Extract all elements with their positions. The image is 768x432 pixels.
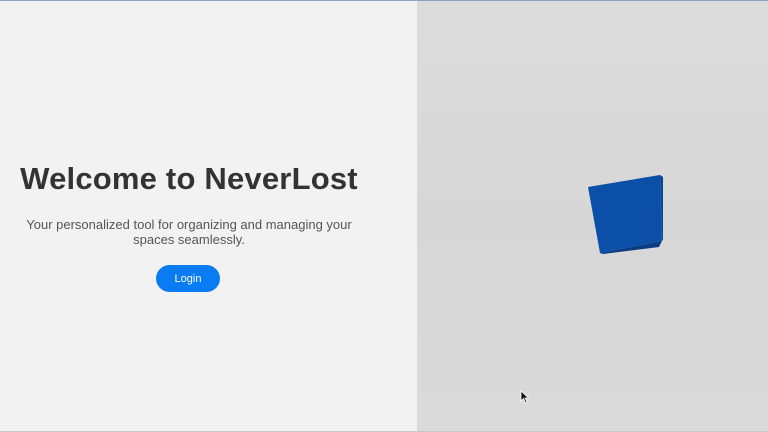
- cube-front-face: [588, 175, 662, 253]
- 3d-canvas[interactable]: [417, 1, 768, 432]
- login-button[interactable]: Login: [156, 265, 220, 292]
- landing-page: Welcome to NeverLost Your personalized t…: [0, 0, 768, 432]
- cube: [588, 175, 663, 254]
- tagline: Your personalized tool for organizing an…: [26, 217, 352, 247]
- 3d-scene-panel[interactable]: [417, 1, 768, 432]
- mouse-pointer-icon: [520, 390, 530, 404]
- welcome-panel: Welcome to NeverLost Your personalized t…: [0, 1, 417, 432]
- page-title: Welcome to NeverLost: [20, 161, 358, 196]
